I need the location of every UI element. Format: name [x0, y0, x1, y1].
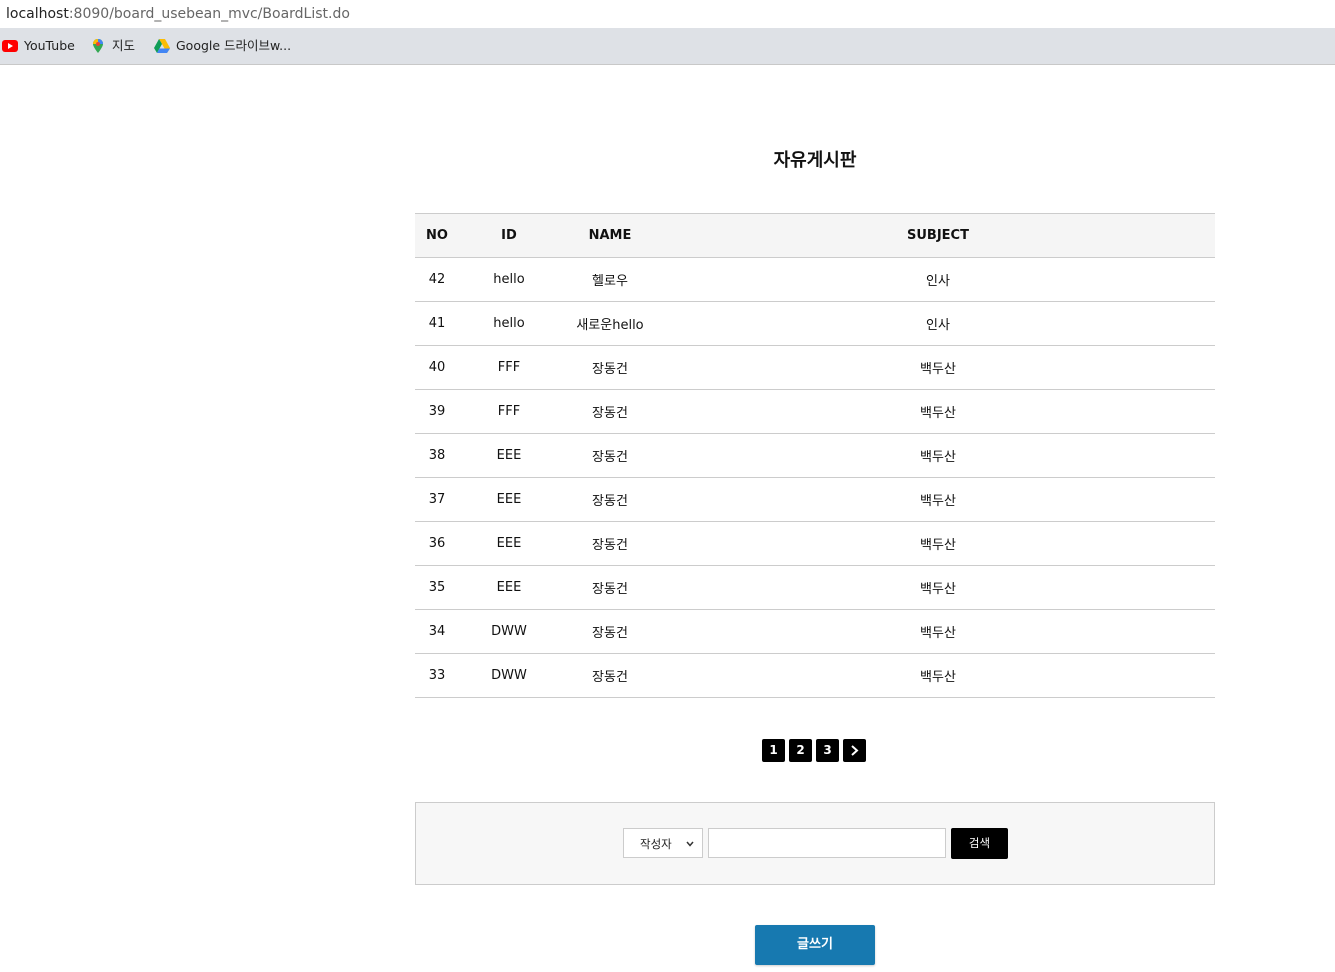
- cell-id: DWW: [459, 653, 559, 698]
- column-header-name: NAME: [559, 213, 661, 258]
- bookmarks-bar: YouTube 지도 Google 드라이브w...: [0, 28, 1335, 65]
- cell-name: 장동건: [559, 389, 661, 434]
- column-header-id: ID: [459, 213, 559, 258]
- cell-id: hello: [459, 301, 559, 346]
- table-row[interactable]: 37 EEE 장동건 백두산: [415, 477, 1215, 522]
- cell-no: 41: [415, 301, 459, 346]
- column-header-subject: SUBJECT: [661, 213, 1215, 258]
- cell-no: 42: [415, 257, 459, 302]
- table-row[interactable]: 39 FFF 장동건 백두산: [415, 389, 1215, 434]
- cell-no: 34: [415, 609, 459, 654]
- google-drive-icon: [154, 39, 170, 53]
- cell-subject[interactable]: 인사: [661, 257, 1215, 302]
- cell-no: 36: [415, 521, 459, 566]
- bookmark-label: 지도: [112, 38, 136, 53]
- page-button-2[interactable]: 2: [789, 739, 812, 762]
- cell-no: 40: [415, 345, 459, 390]
- table-row[interactable]: 35 EEE 장동건 백두산: [415, 565, 1215, 610]
- write-post-button[interactable]: 글쓰기: [755, 925, 875, 965]
- cell-subject[interactable]: 백두산: [661, 433, 1215, 478]
- cell-subject[interactable]: 인사: [661, 301, 1215, 346]
- chevron-right-icon: [851, 745, 859, 756]
- table-row[interactable]: 40 FFF 장동건 백두산: [415, 345, 1215, 390]
- cell-subject[interactable]: 백두산: [661, 653, 1215, 698]
- cell-id: EEE: [459, 477, 559, 522]
- table-row[interactable]: 34 DWW 장동건 백두산: [415, 609, 1215, 654]
- cell-id: FFF: [459, 345, 559, 390]
- search-field-selected: 작성자: [640, 837, 672, 851]
- board-table: NO ID NAME SUBJECT 42 hello 헬로우 인사 41 hello 새로…: [415, 213, 1215, 698]
- chevron-down-icon: [686, 841, 694, 847]
- page-button-3[interactable]: 3: [816, 739, 839, 762]
- page-button-1[interactable]: 1: [762, 739, 785, 762]
- cell-id: hello: [459, 257, 559, 302]
- cell-name: 장동건: [559, 477, 661, 522]
- cell-no: 38: [415, 433, 459, 478]
- column-header-no: NO: [415, 213, 459, 258]
- cell-id: FFF: [459, 389, 559, 434]
- cell-no: 39: [415, 389, 459, 434]
- table-row[interactable]: 33 DWW 장동건 백두산: [415, 653, 1215, 698]
- cell-subject[interactable]: 백두산: [661, 477, 1215, 522]
- cell-name: 장동건: [559, 565, 661, 610]
- table-row[interactable]: 38 EEE 장동건 백두산: [415, 433, 1215, 478]
- cell-no: 37: [415, 477, 459, 522]
- cell-subject[interactable]: 백두산: [661, 609, 1215, 654]
- cell-name: 장동건: [559, 653, 661, 698]
- cell-name: 장동건: [559, 345, 661, 390]
- cell-subject[interactable]: 백두산: [661, 389, 1215, 434]
- youtube-icon: [2, 40, 18, 52]
- table-row[interactable]: 41 hello 새로운hello 인사: [415, 301, 1215, 346]
- cell-subject[interactable]: 백두산: [661, 521, 1215, 566]
- address-bar[interactable]: localhost:8090/board_usebean_mvc/BoardLi…: [0, 0, 1335, 28]
- table-row[interactable]: 42 hello 헬로우 인사: [415, 257, 1215, 302]
- search-panel: 작성자 검색: [415, 802, 1215, 885]
- url-host: localhost: [6, 6, 69, 22]
- cell-id: EEE: [459, 433, 559, 478]
- bookmark-label: Google 드라이브w...: [176, 38, 292, 53]
- bookmark-label: YouTube: [24, 38, 75, 53]
- table-header-row: NO ID NAME SUBJECT: [415, 213, 1215, 258]
- maps-icon: [93, 39, 103, 53]
- url-text[interactable]: localhost:8090/board_usebean_mvc/BoardLi…: [6, 6, 350, 22]
- search-input[interactable]: [708, 828, 946, 858]
- cell-no: 35: [415, 565, 459, 610]
- url-path: :8090/board_usebean_mvc/BoardList.do: [68, 6, 350, 22]
- cell-no: 33: [415, 653, 459, 698]
- search-button[interactable]: 검색: [951, 828, 1008, 859]
- search-field-select[interactable]: 작성자: [623, 828, 703, 858]
- cell-name: 헬로우: [559, 257, 661, 302]
- cell-name: 장동건: [559, 433, 661, 478]
- table-row[interactable]: 36 EEE 장동건 백두산: [415, 521, 1215, 566]
- cell-name: 새로운hello: [559, 301, 661, 346]
- cell-subject[interactable]: 백두산: [661, 565, 1215, 610]
- page-title: 자유게시판: [773, 150, 857, 171]
- next-page-button[interactable]: [843, 739, 866, 762]
- cell-id: EEE: [459, 521, 559, 566]
- cell-name: 장동건: [559, 521, 661, 566]
- cell-subject[interactable]: 백두산: [661, 345, 1215, 390]
- cell-name: 장동건: [559, 609, 661, 654]
- cell-id: EEE: [459, 565, 559, 610]
- cell-id: DWW: [459, 609, 559, 654]
